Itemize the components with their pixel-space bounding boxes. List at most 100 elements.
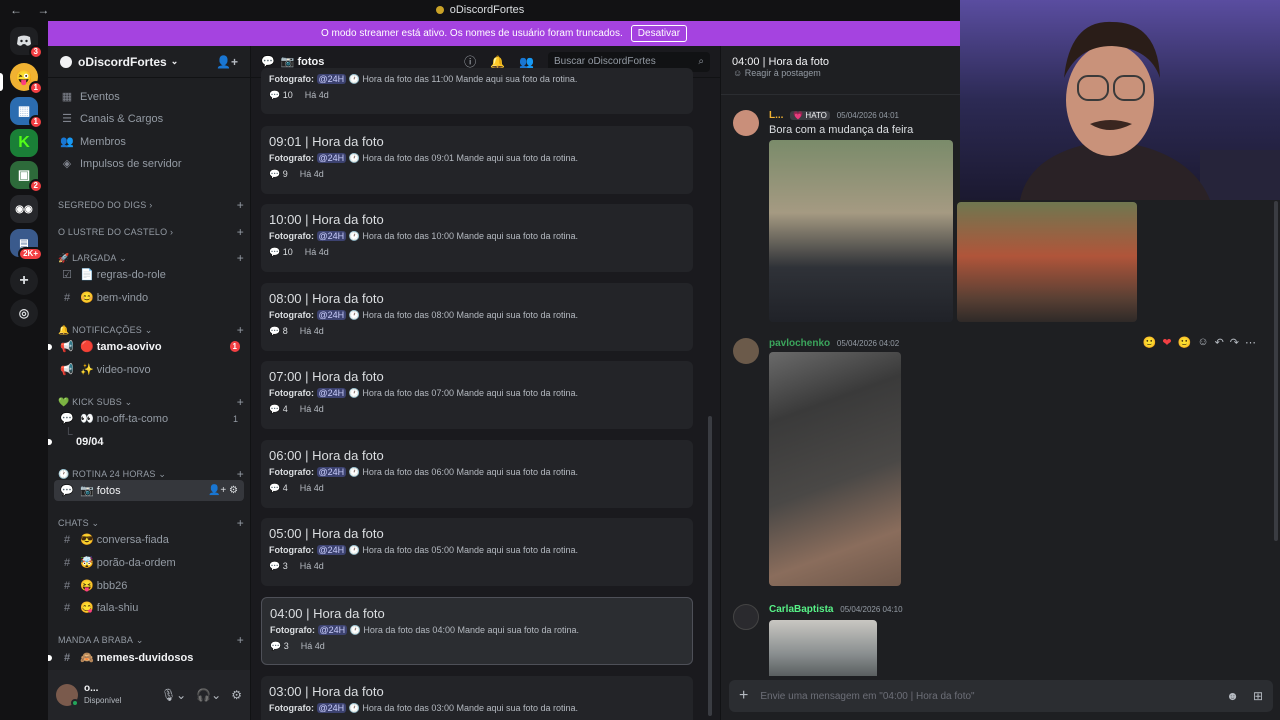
channel-settings-icons[interactable]: 👤+ ⚙ bbox=[208, 485, 238, 496]
photo-attachment[interactable] bbox=[769, 620, 877, 676]
forward-icon[interactable]: ↷ bbox=[1230, 336, 1239, 349]
avatar[interactable] bbox=[56, 684, 79, 707]
forum-post-card[interactable]: 09:01 | Hora da foto Fotografo: @24H 🕐 Ho… bbox=[261, 126, 693, 194]
server-icon-folder[interactable]: ▦ 1 bbox=[10, 97, 43, 129]
disable-streamer-button[interactable]: Desativar bbox=[630, 25, 688, 42]
reaction-emoji-icon[interactable]: 🙂 bbox=[1178, 336, 1192, 349]
category-chats[interactable]: CHATS ⌄ + bbox=[58, 516, 244, 530]
add-attachment-icon[interactable]: + bbox=[739, 687, 748, 705]
add-channel-icon[interactable]: + bbox=[237, 395, 244, 409]
category-notificacoes[interactable]: 🔔 NOTIFICAÇÕES ⌄ + bbox=[58, 323, 244, 337]
thread-0904[interactable]: └ 09/04 bbox=[48, 427, 244, 452]
chevron-down-icon: ⌄ bbox=[170, 56, 179, 66]
role-mention[interactable]: @24H bbox=[316, 388, 347, 398]
role-mention[interactable]: @24H bbox=[316, 545, 347, 555]
headphones-icon[interactable]: 🎧⌄ bbox=[196, 688, 221, 702]
server-icon-green[interactable]: ▣ 2 bbox=[10, 161, 43, 193]
message-author[interactable]: pavlochenko bbox=[769, 338, 830, 349]
server-icon-emoji[interactable]: 😜 1 bbox=[10, 63, 43, 95]
category-rotina[interactable]: 🕐 ROTINA 24 HORAS ⌄ + bbox=[58, 467, 244, 481]
channel-bem-vindo[interactable]: # 😊 bem-vindo bbox=[54, 287, 244, 308]
sidebar-item-channels-roles[interactable]: ☰ Canais & Cargos bbox=[54, 108, 244, 129]
reaction-emoji-icon[interactable]: 🙂 bbox=[1143, 336, 1157, 349]
role-mention[interactable]: @24H bbox=[316, 153, 347, 163]
avatar[interactable] bbox=[733, 604, 759, 630]
role-mention[interactable]: @24H bbox=[316, 310, 347, 320]
forum-post-card[interactable]: 08:00 | Hora da foto Fotografo: @24H 🕐 Ho… bbox=[261, 283, 693, 351]
category-largada[interactable]: 🚀 LARGADA ⌄ + bbox=[58, 251, 244, 265]
forum-post-card[interactable]: 10:00 | Hora da foto Fotografo: @24H 🕐 Ho… bbox=[261, 204, 693, 272]
add-channel-icon[interactable]: + bbox=[237, 198, 244, 212]
add-channel-icon[interactable]: + bbox=[237, 225, 244, 239]
role-mention[interactable]: @24H bbox=[317, 625, 348, 635]
members-icon[interactable]: 👥 bbox=[519, 55, 534, 69]
message-timestamp: 05/04/2026 04:01 bbox=[836, 111, 899, 120]
add-reaction-icon[interactable]: ☺ bbox=[1197, 336, 1208, 349]
post-title: 04:00 | Hora da foto bbox=[270, 606, 385, 621]
more-options-icon[interactable]: ⋯ bbox=[1245, 336, 1256, 349]
channel-tamo-aovivo[interactable]: 📢 🔴 tamo-aovivo 1 bbox=[48, 336, 244, 357]
reaction-prompt[interactable]: ☺ Reagir à postagem bbox=[733, 68, 821, 78]
message-author[interactable]: L... bbox=[769, 110, 783, 121]
sidebar-item-boosts[interactable]: ◈ Impulsos de servidor bbox=[54, 153, 244, 174]
channel-porao-da-ordem[interactable]: # 🤯 porão-da-ordem bbox=[54, 552, 244, 573]
avatar[interactable] bbox=[733, 110, 759, 136]
add-channel-icon[interactable]: + bbox=[237, 251, 244, 265]
forum-post-card[interactable]: 06:00 | Hora da foto Fotografo: @24H 🕐 Ho… bbox=[261, 440, 693, 508]
heart-reaction-icon[interactable]: ❤ bbox=[1162, 336, 1171, 349]
user-info[interactable]: o... Disponível bbox=[84, 683, 121, 707]
forum-post-card[interactable]: 03:00 | Hora da foto Fotografo: @24H 🕐 Ho… bbox=[261, 676, 693, 720]
sidebar-item-events[interactable]: ▦ Eventos bbox=[54, 86, 244, 107]
sidebar-item-members[interactable]: 👥 Membros bbox=[54, 131, 244, 152]
discover-compass-icon[interactable]: ◎ bbox=[10, 299, 38, 327]
add-channel-icon[interactable]: + bbox=[237, 516, 244, 530]
scrollbar[interactable] bbox=[1274, 201, 1278, 541]
discord-home-icon[interactable]: 3 bbox=[10, 27, 43, 59]
category-lustre[interactable]: O LUSTRE DO CASTELO › + bbox=[58, 225, 244, 239]
category-manda-a-braba[interactable]: MANDA A BRABA ⌄ + bbox=[58, 633, 244, 647]
server-icon-kick[interactable]: K bbox=[10, 129, 38, 157]
add-server-icon[interactable]: + bbox=[10, 267, 38, 295]
hashtag-icon: # bbox=[63, 579, 71, 592]
role-mention[interactable]: @24H bbox=[316, 703, 347, 713]
bell-icon[interactable]: 🔔 bbox=[490, 55, 505, 69]
category-segredo[interactable]: SEGREDO DO DIGS › + bbox=[58, 198, 244, 212]
channel-regras[interactable]: ☑ 📄 regras-do-role bbox=[54, 264, 244, 285]
server-header[interactable]: oDiscordFortes ⌄ 👤+ bbox=[48, 46, 250, 78]
message-author[interactable]: CarlaBaptista bbox=[769, 604, 833, 615]
invite-people-icon[interactable]: 👤+ bbox=[216, 55, 238, 69]
apps-icon[interactable]: ⊞ bbox=[1253, 689, 1263, 703]
members-icon: 👥 bbox=[60, 136, 74, 148]
settings-gear-icon[interactable]: ⚙ bbox=[231, 688, 242, 702]
microphone-icon[interactable]: 🎙⌄ bbox=[161, 688, 186, 702]
photo-attachment[interactable] bbox=[769, 352, 901, 586]
scrollbar[interactable] bbox=[708, 416, 712, 716]
add-channel-icon[interactable]: + bbox=[237, 633, 244, 647]
role-mention[interactable]: @24H bbox=[316, 231, 347, 241]
message-composer[interactable]: + Envie uma mensagem em "04:00 | Hora da… bbox=[729, 680, 1273, 712]
add-channel-icon[interactable]: + bbox=[237, 323, 244, 337]
role-mention[interactable]: @24H bbox=[316, 74, 347, 84]
forum-post-card[interactable]: 04:00 | Hora da foto Fotografo: @24H 🕐 Ho… bbox=[261, 597, 693, 665]
category-kick-subs[interactable]: 💚 KICK SUBS ⌄ + bbox=[58, 395, 244, 409]
photo-attachment[interactable] bbox=[957, 202, 1137, 322]
unread-indicator bbox=[48, 344, 52, 350]
channel-video-novo[interactable]: 📢 ✨ video-novo bbox=[54, 359, 244, 380]
photo-attachment[interactable] bbox=[769, 140, 953, 322]
channel-conversa-fiada[interactable]: # 😎 conversa-fiada bbox=[54, 529, 244, 550]
channel-no-off-ta-como[interactable]: 💬 👀 no-off-ta-como 1 bbox=[54, 408, 244, 429]
add-channel-icon[interactable]: + bbox=[237, 467, 244, 481]
forum-post-card[interactable]: 05:00 | Hora da foto Fotografo: @24H 🕐 Ho… bbox=[261, 518, 693, 586]
channel-bbb26[interactable]: # 😝 bbb26 bbox=[54, 575, 244, 596]
role-mention[interactable]: @24H bbox=[316, 467, 347, 477]
reply-icon[interactable]: ↶ bbox=[1215, 336, 1224, 349]
avatar[interactable] bbox=[733, 338, 759, 364]
forum-post-card[interactable]: Fotografo: @24H 🕐 Hora da foto das 11:00… bbox=[261, 68, 693, 114]
channel-memes-duvidosos[interactable]: # 🙈 memes-duvidosos bbox=[48, 647, 244, 668]
forum-post-card[interactable]: 07:00 | Hora da foto Fotografo: @24H 🕐 Ho… bbox=[261, 361, 693, 429]
server-folder-icon-2[interactable]: ▤ 2K+ bbox=[10, 229, 43, 261]
emoji-icon[interactable]: ☻ bbox=[1226, 689, 1239, 703]
channel-fotos[interactable]: 💬 📷 fotos 👤+ ⚙ bbox=[54, 480, 244, 501]
server-folder-icon[interactable]: ◉◉ bbox=[10, 195, 38, 223]
channel-fala-shiu[interactable]: # 😋 fala-shiu bbox=[54, 597, 244, 618]
